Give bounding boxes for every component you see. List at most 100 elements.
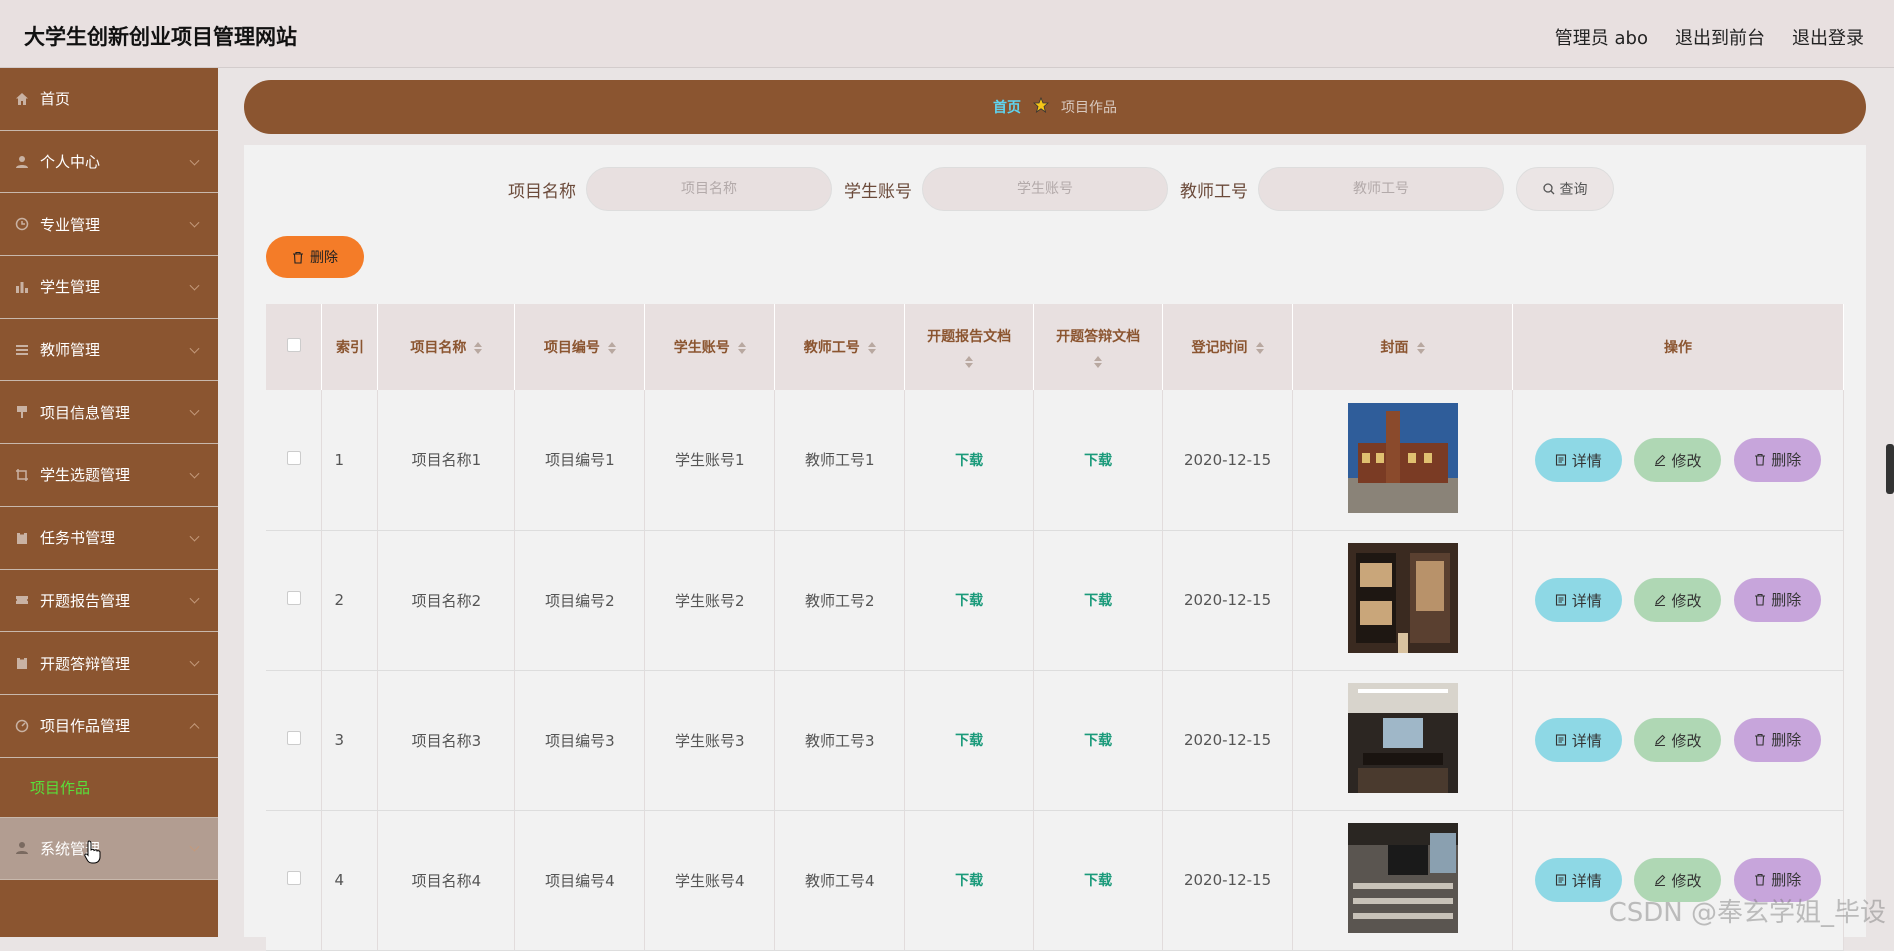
to-frontend-link[interactable]: 退出到前台 xyxy=(1675,24,1765,50)
breadcrumb-home[interactable]: 首页 xyxy=(993,97,1021,117)
report-download-link[interactable]: 下载 xyxy=(955,593,983,609)
cell-teacher-id: 教师工号3 xyxy=(775,670,905,810)
header-label: 开题答辩文档 xyxy=(1034,326,1162,346)
detail-button[interactable]: 详情 xyxy=(1535,578,1622,622)
teacher-id-label: 教师工号 xyxy=(1180,177,1248,202)
sort-icon[interactable] xyxy=(1417,342,1425,354)
sidebar-item-student[interactable]: 学生管理 xyxy=(0,256,218,319)
edit-button[interactable]: 修改 xyxy=(1634,578,1721,622)
defense-download-link[interactable]: 下载 xyxy=(1084,593,1112,609)
edit-button[interactable]: 修改 xyxy=(1634,718,1721,762)
sort-icon[interactable] xyxy=(868,342,876,354)
table-row: 4 项目名称4 项目编号4 学生账号4 教师工号4 下载 下载 2020-12-… xyxy=(266,810,1844,950)
sidebar-item-home[interactable]: 首页 xyxy=(0,68,218,131)
home-icon xyxy=(14,91,30,107)
sidebar-subitem-project-works[interactable]: 项目作品 xyxy=(0,758,218,818)
header-defense-doc[interactable]: 开题答辩文档 xyxy=(1034,304,1163,390)
chevron-down-icon xyxy=(190,281,200,291)
sort-icon[interactable] xyxy=(738,342,746,354)
delete-button[interactable]: 删除 xyxy=(1734,578,1821,622)
sort-icon[interactable] xyxy=(1256,342,1264,354)
report-download-link[interactable]: 下载 xyxy=(955,733,983,749)
report-download-link[interactable]: 下载 xyxy=(955,873,983,889)
cover-image[interactable] xyxy=(1348,403,1458,513)
header-project-name[interactable]: 项目名称 xyxy=(378,304,515,390)
detail-label: 详情 xyxy=(1572,870,1602,891)
sidebar: 首页 个人中心 专业管理 学生管理 教师管理 项目信息管理 学生选题管理 任务书… xyxy=(0,68,218,937)
query-button-label: 查询 xyxy=(1560,179,1588,199)
header-index: 索引 xyxy=(322,304,378,390)
edit-label: 修改 xyxy=(1671,590,1701,611)
header-project-code[interactable]: 项目编号 xyxy=(515,304,645,390)
watermark: CSDN @奉玄学姐_毕设 xyxy=(1609,892,1886,929)
sidebar-item-system[interactable]: 系统管理 xyxy=(0,818,218,881)
project-works-table: 索引 项目名称 项目编号 学生账号 教师工号 开题报告文档 开题答辩文档 登记时… xyxy=(266,304,1844,951)
logout-link[interactable]: 退出登录 xyxy=(1792,24,1864,50)
detail-button[interactable]: 详情 xyxy=(1535,438,1622,482)
row-checkbox[interactable] xyxy=(287,451,301,465)
sort-icon[interactable] xyxy=(474,342,482,354)
student-account-input[interactable]: 学生账号 xyxy=(922,167,1168,211)
header-cover[interactable]: 封面 xyxy=(1293,304,1513,390)
trash-icon xyxy=(292,251,304,264)
sidebar-item-teacher[interactable]: 教师管理 xyxy=(0,319,218,382)
delete-button[interactable]: 删除 xyxy=(1734,438,1821,482)
sidebar-item-label: 项目作品管理 xyxy=(40,715,130,736)
project-name-input[interactable]: 项目名称 xyxy=(586,167,832,211)
page-scrollbar[interactable] xyxy=(1886,444,1894,494)
detail-button[interactable]: 详情 xyxy=(1535,718,1622,762)
sort-icon[interactable] xyxy=(608,342,616,354)
sidebar-item-opening-report[interactable]: 开题报告管理 xyxy=(0,570,218,633)
header-label: 项目名称 xyxy=(410,340,466,356)
defense-download-link[interactable]: 下载 xyxy=(1084,873,1112,889)
sidebar-item-personal-center[interactable]: 个人中心 xyxy=(0,131,218,194)
sidebar-item-topic-selection[interactable]: 学生选题管理 xyxy=(0,444,218,507)
cell-project-code: 项目编号4 xyxy=(515,810,645,950)
cover-image[interactable] xyxy=(1348,823,1458,933)
sidebar-item-opening-defense[interactable]: 开题答辩管理 xyxy=(0,632,218,695)
header-register-date[interactable]: 登记时间 xyxy=(1163,304,1293,390)
trash-icon xyxy=(1754,873,1766,886)
chevron-down-icon xyxy=(190,155,200,165)
sidebar-item-major[interactable]: 专业管理 xyxy=(0,193,218,256)
batch-delete-label: 删除 xyxy=(310,247,338,267)
sort-icon[interactable] xyxy=(965,356,973,368)
student-account-label: 学生账号 xyxy=(844,177,912,202)
sidebar-item-label: 开题报告管理 xyxy=(40,590,130,611)
cell-index: 1 xyxy=(322,390,378,530)
chevron-down-icon xyxy=(190,594,200,604)
select-all-checkbox[interactable] xyxy=(287,338,301,352)
row-checkbox[interactable] xyxy=(287,731,301,745)
edit-button[interactable]: 修改 xyxy=(1634,438,1721,482)
cover-image[interactable] xyxy=(1348,543,1458,653)
header-report-doc[interactable]: 开题报告文档 xyxy=(905,304,1034,390)
query-button[interactable]: 查询 xyxy=(1516,167,1614,211)
header-label: 索引 xyxy=(336,340,364,356)
cover-image[interactable] xyxy=(1348,683,1458,793)
defense-download-link[interactable]: 下载 xyxy=(1084,733,1112,749)
ticket-icon xyxy=(14,592,30,608)
table-header-row: 索引 项目名称 项目编号 学生账号 教师工号 开题报告文档 开题答辩文档 登记时… xyxy=(266,304,1844,390)
bar-chart-icon xyxy=(14,279,30,295)
teacher-id-input[interactable]: 教师工号 xyxy=(1258,167,1504,211)
row-checkbox[interactable] xyxy=(287,591,301,605)
table-row: 2 项目名称2 项目编号2 学生账号2 教师工号2 下载 下载 2020-12-… xyxy=(266,530,1844,670)
defense-download-link[interactable]: 下载 xyxy=(1084,453,1112,469)
header-teacher-id[interactable]: 教师工号 xyxy=(775,304,905,390)
batch-delete-button[interactable]: 删除 xyxy=(266,236,364,278)
header-student-account[interactable]: 学生账号 xyxy=(645,304,775,390)
user-icon xyxy=(14,154,30,170)
star-icon xyxy=(1033,97,1049,117)
sidebar-item-task-book[interactable]: 任务书管理 xyxy=(0,507,218,570)
sidebar-item-project-info[interactable]: 项目信息管理 xyxy=(0,381,218,444)
row-checkbox[interactable] xyxy=(287,871,301,885)
report-download-link[interactable]: 下载 xyxy=(955,453,983,469)
top-bar: 大学生创新创业项目管理网站 管理员 abo 退出到前台 退出登录 xyxy=(0,0,1894,68)
cell-register-date: 2020-12-15 xyxy=(1163,530,1293,670)
sort-icon[interactable] xyxy=(1094,356,1102,368)
clipboard-icon xyxy=(14,530,30,546)
delete-button[interactable]: 删除 xyxy=(1734,718,1821,762)
sidebar-item-project-works[interactable]: 项目作品管理 xyxy=(0,695,218,758)
cell-teacher-id: 教师工号1 xyxy=(775,390,905,530)
header-operations: 操作 xyxy=(1512,304,1843,390)
